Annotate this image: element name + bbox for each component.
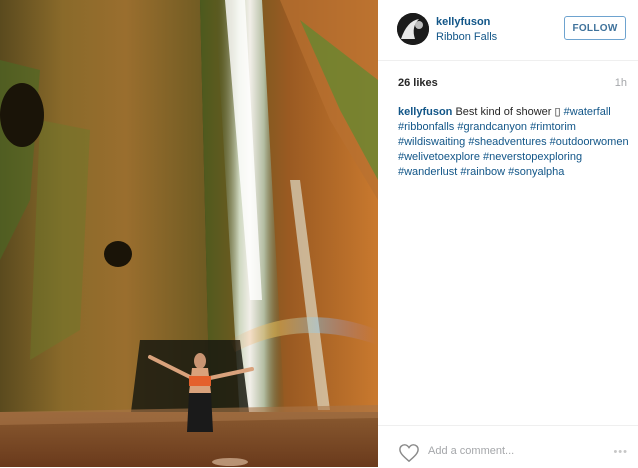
hashtag[interactable]: #wildiswaiting xyxy=(398,136,465,148)
waterfall-photo xyxy=(0,0,378,467)
hashtag[interactable]: #sonyalpha xyxy=(508,166,564,178)
hashtag[interactable]: #grandcanyon xyxy=(457,121,527,133)
more-options-button[interactable]: ••• xyxy=(613,446,628,458)
post-footer: Add a comment... ••• xyxy=(378,425,638,468)
caption-text: Best kind of shower ▯ xyxy=(455,106,564,118)
post-details-panel: kellyfuson Ribbon Falls FOLLOW 26 likes … xyxy=(378,0,638,467)
hashtag[interactable]: #ribbonfalls xyxy=(398,121,454,133)
heart-icon[interactable] xyxy=(398,443,420,463)
follow-button[interactable]: FOLLOW xyxy=(564,16,626,40)
hashtag[interactable]: #welivetoexplore xyxy=(398,151,480,163)
post-time[interactable]: 1h xyxy=(615,77,627,89)
post-photo[interactable] xyxy=(0,0,378,467)
avatar-image xyxy=(397,13,429,45)
hashtag[interactable]: #outdoorwomen xyxy=(550,136,629,148)
hashtag[interactable]: #rainbow xyxy=(460,166,505,178)
hashtag[interactable]: #neverstopexploring xyxy=(483,151,582,163)
hashtag[interactable]: #waterfall xyxy=(564,106,611,118)
hashtag[interactable]: #wanderlust xyxy=(398,166,457,178)
avatar[interactable] xyxy=(397,13,429,45)
likes-count[interactable]: 26 likes xyxy=(398,77,438,89)
post-header: kellyfuson Ribbon Falls FOLLOW xyxy=(378,0,638,61)
username-link[interactable]: kellyfuson xyxy=(436,16,490,28)
hashtag[interactable]: #sheadventures xyxy=(468,136,546,148)
comment-input[interactable]: Add a comment... xyxy=(428,445,514,457)
caption-username[interactable]: kellyfuson xyxy=(398,106,452,118)
post-caption: kellyfuson Best kind of shower ▯ #waterf… xyxy=(398,105,630,180)
location-link[interactable]: Ribbon Falls xyxy=(436,31,497,43)
hashtag[interactable]: #rimtorim xyxy=(530,121,576,133)
